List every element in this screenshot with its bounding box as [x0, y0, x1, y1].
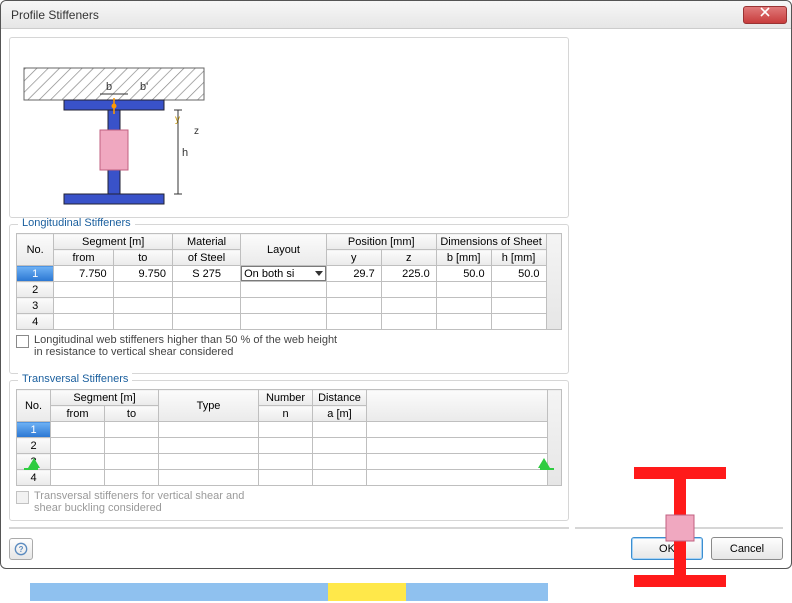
col-z: z — [381, 250, 436, 266]
cell-from[interactable]: 7.750 — [54, 266, 113, 282]
col-b: b [mm] — [436, 250, 491, 266]
window-title: Profile Stiffeners — [11, 8, 743, 22]
cell-y[interactable]: 29.7 — [326, 266, 381, 282]
col-to: to — [113, 250, 172, 266]
cell-z[interactable]: 225.0 — [381, 266, 436, 282]
support-left-icon — [28, 458, 40, 468]
stiffener-diagram: b b' y h z — [9, 37, 569, 218]
label-h: h — [182, 147, 188, 159]
layout-dropdown[interactable]: On both si — [241, 266, 326, 281]
transversal-checkbox-row: Transversal stiffeners for vertical shea… — [16, 490, 562, 514]
col-y: y — [326, 250, 381, 266]
svg-text:?: ? — [19, 545, 24, 554]
checkbox-label: Transversal stiffeners for vertical shea… — [34, 490, 244, 502]
transversal-group: Transversal Stiffeners No. Segment [m] T… — [9, 380, 569, 521]
col-distance-l1: Distance — [313, 390, 367, 406]
col-type: Type — [159, 390, 259, 422]
longitudinal-legend: Longitudinal Stiffeners — [18, 217, 135, 229]
table-row[interactable]: 3 — [17, 454, 562, 470]
checkbox-label: in resistance to vertical shear consider… — [34, 346, 337, 358]
table-row[interactable]: 1 — [17, 422, 562, 438]
table-row[interactable]: 2 — [17, 438, 562, 454]
close-icon — [760, 7, 770, 17]
help-button[interactable]: ? — [9, 538, 33, 560]
label-bprime: b' — [140, 81, 148, 93]
col-from: from — [54, 250, 113, 266]
longitudinal-table[interactable]: No. Segment [m] Material Layout Position… — [16, 233, 562, 330]
titlebar: Profile Stiffeners — [1, 1, 791, 29]
scrollbar[interactable] — [546, 234, 561, 330]
beam-body — [30, 583, 548, 601]
checkbox — [16, 491, 29, 504]
close-button[interactable] — [743, 6, 787, 24]
stiffener-segment — [328, 583, 406, 601]
chevron-down-icon — [315, 271, 323, 276]
cell-b[interactable]: 50.0 — [436, 266, 491, 282]
transversal-legend: Transversal Stiffeners — [18, 373, 132, 385]
diagram-svg: b b' y h z — [10, 38, 218, 218]
col-no: No. — [17, 234, 54, 266]
table-row[interactable]: 3 — [17, 298, 562, 314]
support-bar — [24, 468, 38, 470]
scrollbar[interactable] — [548, 390, 562, 486]
cell-material[interactable]: S 275 — [173, 266, 241, 282]
table-row[interactable]: 1 7.750 9.750 S 275 On both si 29.7 225.… — [17, 266, 562, 282]
longitudinal-checkbox-row[interactable]: Longitudinal web stiffeners higher than … — [16, 334, 562, 358]
col-number-l1: Number — [259, 390, 313, 406]
col-distance-l2: a [m] — [313, 406, 367, 422]
section-svg — [576, 453, 784, 603]
row-no[interactable]: 1 — [17, 266, 54, 282]
col-material-l2: of Steel — [173, 250, 241, 266]
checkbox-label: shear buckling considered — [34, 502, 244, 514]
support-right-icon — [538, 458, 550, 468]
checkbox-label: Longitudinal web stiffeners higher than … — [34, 334, 337, 346]
table-row[interactable]: 4 — [17, 314, 562, 330]
beam-preview — [9, 527, 569, 529]
transversal-table[interactable]: No. Segment [m] Type Number Distance fro… — [16, 389, 562, 486]
col-to: to — [105, 406, 159, 422]
support-bar — [540, 468, 554, 470]
col-layout: Layout — [241, 234, 327, 266]
cell-h[interactable]: 50.0 — [491, 266, 546, 282]
col-number-l2: n — [259, 406, 313, 422]
label-z: z — [194, 126, 199, 137]
help-icon: ? — [14, 542, 28, 556]
col-position: Position [mm] — [326, 234, 436, 250]
col-from: from — [51, 406, 105, 422]
label-b: b — [106, 81, 112, 93]
col-segment: Segment [m] — [51, 390, 159, 406]
table-row[interactable]: 2 — [17, 282, 562, 298]
section-preview — [575, 527, 783, 529]
col-no: No. — [17, 390, 51, 422]
longitudinal-group: Longitudinal Stiffeners No. Segment [m] … — [9, 224, 569, 374]
col-dim: Dimensions of Sheet — [436, 234, 546, 250]
col-material-l1: Material — [173, 234, 241, 250]
cell-layout[interactable]: On both si — [241, 266, 327, 282]
col-h: h [mm] — [491, 250, 546, 266]
col-segment: Segment [m] — [54, 234, 173, 250]
table-row[interactable]: 4 — [17, 470, 562, 486]
checkbox[interactable] — [16, 335, 29, 348]
cell-to[interactable]: 9.750 — [113, 266, 172, 282]
